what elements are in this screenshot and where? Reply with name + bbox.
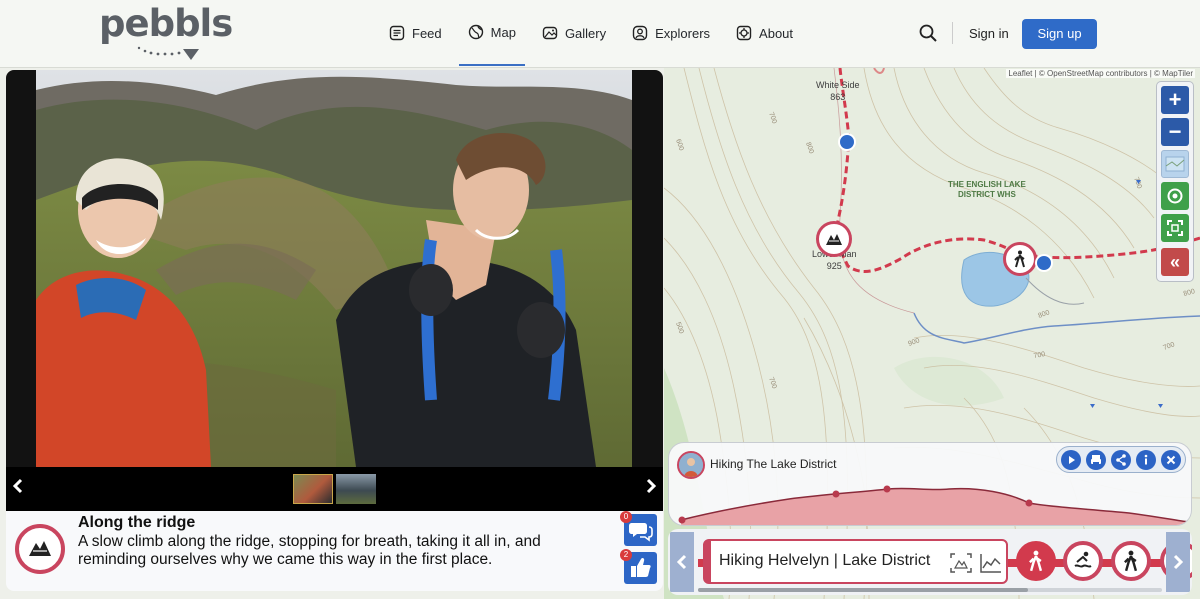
- caption-badge: [15, 524, 65, 574]
- caption-text: A slow climb along the ridge, stopping f…: [78, 533, 541, 568]
- nav-explorers-label: Explorers: [655, 25, 711, 41]
- logo-trail-graphic: [137, 46, 199, 60]
- route-scrollbar[interactable]: [698, 588, 1162, 592]
- route-stage-2[interactable]: [1063, 541, 1103, 581]
- hiker-icon: [1029, 550, 1043, 572]
- gallery-next-button[interactable]: [645, 478, 657, 499]
- nav-gallery[interactable]: Gallery: [533, 0, 615, 66]
- locate-icon: [1167, 188, 1183, 204]
- layers-button[interactable]: [1161, 150, 1189, 178]
- feed-icon: [389, 25, 405, 41]
- share-button[interactable]: [1111, 450, 1131, 470]
- route-scrollbar-thumb[interactable]: [698, 588, 1028, 592]
- map-controls: + − «: [1156, 81, 1194, 282]
- close-button[interactable]: [1161, 450, 1181, 470]
- zoom-out-button[interactable]: −: [1161, 118, 1189, 146]
- nav-divider: [952, 22, 953, 44]
- gallery-icon: [542, 26, 558, 40]
- route-card-title: Hiking Helvelyn | Lake District: [719, 552, 931, 569]
- whs-line1: THE ENGLISH LAKE: [948, 180, 1026, 189]
- route-selector: Hiking Helvelyn | Lake District: [668, 529, 1192, 595]
- map-icon: [468, 24, 483, 40]
- nav-about-label: About: [759, 25, 794, 41]
- thumbnail-2[interactable]: [336, 474, 376, 504]
- layers-icon: [1165, 156, 1185, 172]
- hiker-icon: [1124, 550, 1138, 572]
- collapse-panel-button[interactable]: «: [1161, 248, 1189, 276]
- caption-title: Along the ridge: [78, 514, 196, 531]
- chevron-left-icon: [676, 554, 687, 570]
- photo-scan-icon[interactable]: [949, 552, 973, 574]
- thumbnail-strip: [6, 467, 663, 511]
- elevation-chart-icon[interactable]: [979, 552, 1003, 574]
- chevron-right-icon: [646, 478, 657, 494]
- chevron-right-icon: [1173, 554, 1184, 570]
- nav-map[interactable]: Map: [458, 0, 525, 66]
- ridge-photo[interactable]: [36, 70, 632, 467]
- nav-feed[interactable]: Feed: [380, 0, 451, 66]
- hiker-icon: [1014, 250, 1025, 268]
- info-button[interactable]: [1136, 450, 1156, 470]
- mountain-icon: [23, 532, 57, 566]
- fullscreen-icon: [1167, 220, 1183, 236]
- lower-man-height: 925: [826, 261, 842, 271]
- map-label-whs: THE ENGLISH LAKE DISTRICT WHS: [948, 180, 1026, 200]
- share-icon: [1116, 454, 1126, 466]
- locate-button[interactable]: [1161, 182, 1189, 210]
- explorers-icon: [632, 25, 648, 41]
- fullscreen-button[interactable]: [1161, 214, 1189, 242]
- top-navigation: pebbls Feed Map Gallery Explorers About …: [0, 0, 1200, 68]
- close-icon: [1166, 455, 1176, 465]
- print-icon: [1091, 455, 1101, 465]
- map-marker-swim-2[interactable]: [1035, 254, 1053, 272]
- nav-gallery-label: Gallery: [564, 25, 607, 41]
- route-stage-3[interactable]: [1111, 541, 1151, 581]
- pebbls-logo[interactable]: pebbls: [99, 2, 233, 60]
- nav-map-label: Map: [490, 24, 516, 40]
- route-next-button[interactable]: [1166, 532, 1190, 592]
- print-button[interactable]: [1086, 450, 1106, 470]
- page-root: 700 600 800 700 800 700 500 700 900 700 …: [0, 0, 1200, 599]
- nav-explorers[interactable]: Explorers: [623, 0, 719, 66]
- nav-feed-label: Feed: [412, 25, 442, 41]
- like-button[interactable]: 2: [620, 549, 657, 584]
- map-marker-swim-1[interactable]: [838, 133, 856, 151]
- comments-count: 0: [620, 511, 632, 523]
- likes-count: 2: [620, 549, 632, 561]
- route-panel-title: Hiking The Lake District: [710, 457, 837, 471]
- logo-wordmark: pebbls: [99, 2, 233, 45]
- route-prev-button[interactable]: [670, 532, 694, 592]
- chevron-left-icon: [12, 478, 23, 494]
- zoom-in-button[interactable]: +: [1161, 86, 1189, 114]
- gallery-prev-button[interactable]: [12, 478, 24, 499]
- info-icon: [1144, 454, 1148, 465]
- map-label-white-side: White Side 863: [816, 79, 860, 103]
- map-marker-hiker[interactable]: [1003, 242, 1037, 276]
- whs-line2: DISTRICT WHS: [958, 190, 1016, 199]
- thumbnail-1[interactable]: [293, 474, 333, 504]
- swimmer-icon: [1074, 551, 1092, 568]
- mountain-icon: [826, 234, 842, 245]
- elevation-profile[interactable]: [669, 473, 1192, 526]
- comments-button[interactable]: 0: [620, 511, 657, 546]
- nav-about[interactable]: About: [727, 0, 802, 66]
- white-side-height: 863: [830, 92, 846, 102]
- play-icon: [1069, 456, 1075, 464]
- sign-up-button[interactable]: Sign up: [1022, 19, 1097, 49]
- photo-viewer: [6, 70, 663, 511]
- map-attribution[interactable]: Leaflet | © OpenStreetMap contributors |…: [1006, 69, 1195, 78]
- white-side-name: White Side: [816, 80, 860, 90]
- map-marker-photo[interactable]: [816, 221, 852, 257]
- sign-in-link[interactable]: Sign in: [969, 26, 1009, 41]
- photo-caption: Along the ridge A slow climb along the r…: [6, 511, 663, 591]
- route-card[interactable]: Hiking Helvelyn | Lake District: [703, 539, 1008, 584]
- search-icon[interactable]: [917, 22, 939, 44]
- route-stage-1[interactable]: [1016, 541, 1056, 581]
- route-elevation-panel: Hiking The Lake District: [668, 442, 1192, 526]
- main-nav: Feed Map Gallery Explorers About: [380, 0, 810, 66]
- play-button[interactable]: [1061, 450, 1081, 470]
- about-icon: [736, 25, 752, 41]
- route-toolbar: [1056, 446, 1186, 473]
